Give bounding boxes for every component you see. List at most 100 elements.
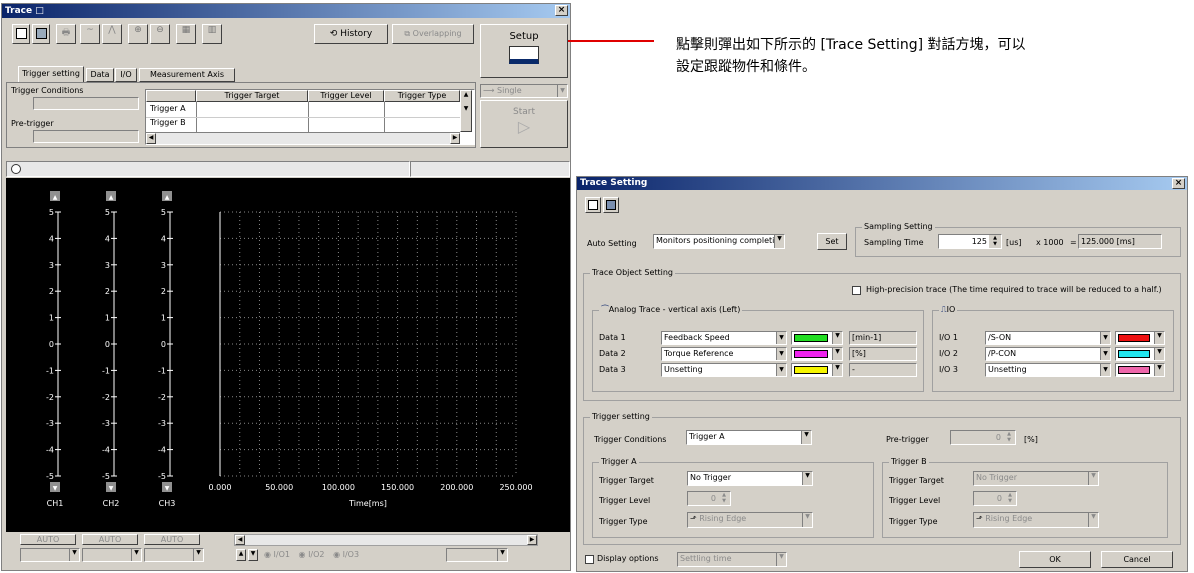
trigger-a-type-select[interactable]: ⬏ Rising Edge ▼ [687, 512, 813, 528]
plot-header-bar [6, 161, 410, 177]
set-button[interactable]: Set [817, 233, 847, 250]
overlapping-button[interactable]: ⧉ Overlapping [392, 24, 474, 44]
io-row-select[interactable]: Unsetting ▼ [985, 363, 1111, 377]
copy-icon[interactable]: ▦ [176, 24, 196, 44]
ok-button[interactable]: OK [1019, 551, 1091, 568]
auto-setting-select[interactable]: Monitors positioning completion ( ▼ [653, 234, 785, 249]
pre-trigger-label: Pre-trigger [11, 119, 54, 128]
print-icon[interactable]: 🖶 [56, 24, 76, 44]
analog-row-color-select[interactable]: ▼ [791, 331, 843, 345]
high-precision-checkbox[interactable] [852, 286, 861, 295]
display-options-select[interactable]: Settling time ▼ [677, 552, 787, 567]
tab-io[interactable]: I/O [115, 68, 137, 82]
chevron-down-icon: ▼ [776, 553, 786, 566]
y-tick-label: -4 [46, 446, 54, 455]
y-tick-label: -3 [102, 419, 110, 428]
io-row-color-select[interactable]: ▼ [1115, 331, 1165, 345]
y-tick-label: -2 [46, 393, 54, 402]
setup-button[interactable]: Setup [480, 24, 568, 78]
y-tick-label: 4 [161, 234, 166, 243]
dialog-save-icon[interactable] [603, 197, 619, 213]
io-row-color-select[interactable]: ▼ [1115, 347, 1165, 361]
zoom-out-icon[interactable]: ⊖ [150, 24, 170, 44]
trigger-b-level-input[interactable]: 0 ▲ ▼ [973, 491, 1017, 506]
x-tick-label: 150.000 [381, 483, 414, 492]
open-icon[interactable] [12, 24, 30, 44]
trace-close-button[interactable]: × [555, 5, 568, 16]
auto-button-ch1[interactable]: AUTO [20, 534, 76, 545]
dialog-titlebar: Trace Setting [577, 177, 1187, 190]
radio-io2[interactable]: ◉ I/O2 [299, 550, 325, 559]
pre-trigger-field[interactable] [33, 130, 139, 143]
trigger-b-target-select[interactable]: No Trigger ▼ [973, 471, 1099, 486]
col-trigger-target: Trigger Target [196, 90, 308, 102]
color-swatch [1118, 366, 1150, 374]
dlg-pre-trigger-input[interactable]: 0 ▲ ▼ [950, 430, 1016, 445]
radio-io1[interactable]: ◉ I/O1 [264, 550, 290, 559]
trace-object-label: Trace Object Setting [590, 268, 676, 277]
axis-scroll-up-arrow: ▲ [53, 194, 58, 201]
table-vscroll[interactable]: ▲ ▼ [460, 90, 472, 132]
save-icon[interactable] [32, 24, 50, 44]
display-options-checkbox[interactable] [585, 555, 594, 564]
ch3-select[interactable]: ▼ [144, 548, 204, 562]
trigger-b-type-select[interactable]: ⬏ Rising Edge ▼ [973, 512, 1099, 528]
plot-hscroll[interactable]: ◀ ▶ [234, 534, 538, 546]
zoom-in-icon[interactable]: ⊕ [128, 24, 148, 44]
analog-row-select[interactable]: Unsetting ▼ [661, 363, 787, 377]
io-row-select[interactable]: /P-CON ▼ [985, 347, 1111, 361]
spin-icon: ▲ ▼ [722, 492, 726, 504]
chevron-down-icon: ▼ [802, 472, 812, 485]
dialog-close-button[interactable]: × [1172, 178, 1185, 189]
row-trigger-a: Trigger A [150, 104, 186, 113]
analog-row-color-select[interactable]: ▼ [791, 363, 843, 377]
chevron-down-icon: ▼ [1100, 332, 1110, 344]
io-row-color-select[interactable]: ▼ [1115, 363, 1165, 377]
analog-row-unit: [min-1] [849, 331, 917, 345]
table-hscroll[interactable]: ◀ ▶ [146, 132, 460, 144]
analog-row-select[interactable]: Torque Reference ▼ [661, 347, 787, 361]
spin-icon: ▲ ▼ [1007, 431, 1011, 443]
waveform-icon[interactable]: ~ [80, 24, 100, 44]
tab-trigger-setting[interactable]: Trigger setting [18, 66, 84, 82]
y-tick-label: 1 [49, 314, 54, 323]
rising-edge-icon: ⬏ [976, 514, 986, 523]
measure-icon[interactable]: ⋀ [102, 24, 122, 44]
analog-row-color-select[interactable]: ▼ [791, 347, 843, 361]
trigger-conditions-field[interactable] [33, 97, 139, 110]
scroll-up-button[interactable]: ▲ [236, 549, 246, 561]
trigger-a-level-input[interactable]: 0 ▲ ▼ [687, 491, 731, 506]
analog-row-select[interactable]: Feedback Speed ▼ [661, 331, 787, 345]
auto-button-ch3[interactable]: AUTO [144, 534, 200, 545]
io-row-select[interactable]: /S-ON ▼ [985, 331, 1111, 345]
dlg-trigger-conditions-select[interactable]: Trigger A ▼ [686, 430, 812, 445]
ch1-select[interactable]: ▼ [20, 548, 80, 562]
mode-select[interactable]: ⟶ Single ▼ [480, 84, 568, 98]
x-tick-label: 0.000 [209, 483, 232, 492]
analog-row-label: Data 2 [599, 349, 626, 358]
radio-io3[interactable]: ◉ I/O3 [333, 550, 359, 559]
trigger-a-target-select[interactable]: No Trigger ▼ [687, 471, 813, 486]
dialog-open-icon[interactable] [585, 197, 601, 213]
x-tick-label: 200.000 [440, 483, 473, 492]
setup-label: Setup [509, 31, 539, 42]
cancel-button[interactable]: Cancel [1101, 551, 1173, 568]
tab-data[interactable]: Data [86, 68, 114, 82]
auto-button-ch2[interactable]: AUTO [82, 534, 138, 545]
tab-measurement-axis[interactable]: Measurement Axis [139, 68, 235, 82]
chevron-down-icon: ▼ [193, 549, 203, 561]
trace-window: Trace □ × 🖶 ~ ⋀ ⊕ ⊖ ▦ ▥ ⟲ History ⧉ Over… [1, 3, 571, 571]
calc-icon[interactable]: ▥ [202, 24, 222, 44]
analog-row-label: Data 1 [599, 333, 626, 342]
high-precision-label: High-precision trace (The time required … [866, 285, 1162, 294]
x-tick-label: 100.000 [322, 483, 355, 492]
ch2-select[interactable]: ▼ [82, 548, 142, 562]
history-button[interactable]: ⟲ History [314, 24, 388, 44]
start-button[interactable]: Start ▷ [480, 100, 568, 148]
io-select[interactable]: ▼ [446, 548, 508, 562]
y-tick-label: 3 [49, 261, 54, 270]
chevron-down-icon: ▼ [832, 364, 842, 376]
sampling-time-input[interactable]: 125 ▲ ▼ [938, 234, 1002, 249]
display-options-label: Display options [597, 554, 659, 563]
scroll-down-button[interactable]: ▼ [248, 549, 258, 561]
